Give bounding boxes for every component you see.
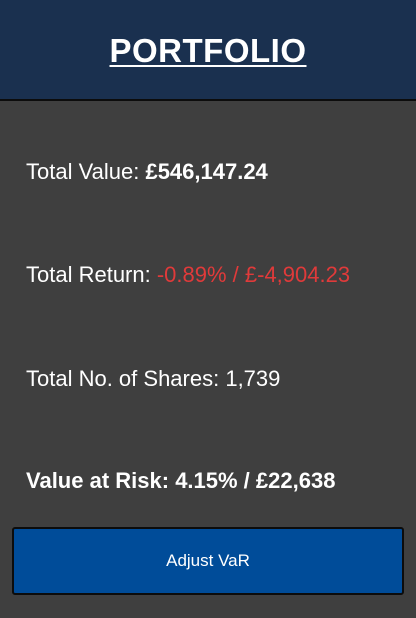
value-at-risk-value: 4.15% / £22,638 (175, 468, 336, 493)
total-return-label: Total Return: (26, 262, 157, 287)
page-title: PORTFOLIO (109, 32, 307, 69)
value-at-risk-row: Value at Risk: 4.15% / £22,638 (26, 466, 335, 496)
value-at-risk-label: Value at Risk: (26, 468, 176, 493)
total-shares-row: Total No. of Shares: 1,739 (26, 364, 280, 394)
total-shares-value: 1,739 (225, 366, 281, 391)
header-bar: PORTFOLIO (0, 0, 416, 101)
total-return-value: -0.89% / £-4,904.23 (156, 262, 351, 287)
total-shares-label: Total No. of Shares: (26, 366, 226, 391)
portfolio-screen: PORTFOLIO Total Value: £546,147.24 Total… (0, 0, 416, 618)
total-value: £546,147.24 (145, 159, 268, 184)
total-return-row: Total Return: -0.89% / £-4,904.23 (26, 260, 350, 290)
total-value-label: Total Value: (26, 159, 146, 184)
total-value-row: Total Value: £546,147.24 (26, 157, 268, 187)
adjust-var-button[interactable]: Adjust VaR (12, 527, 404, 595)
